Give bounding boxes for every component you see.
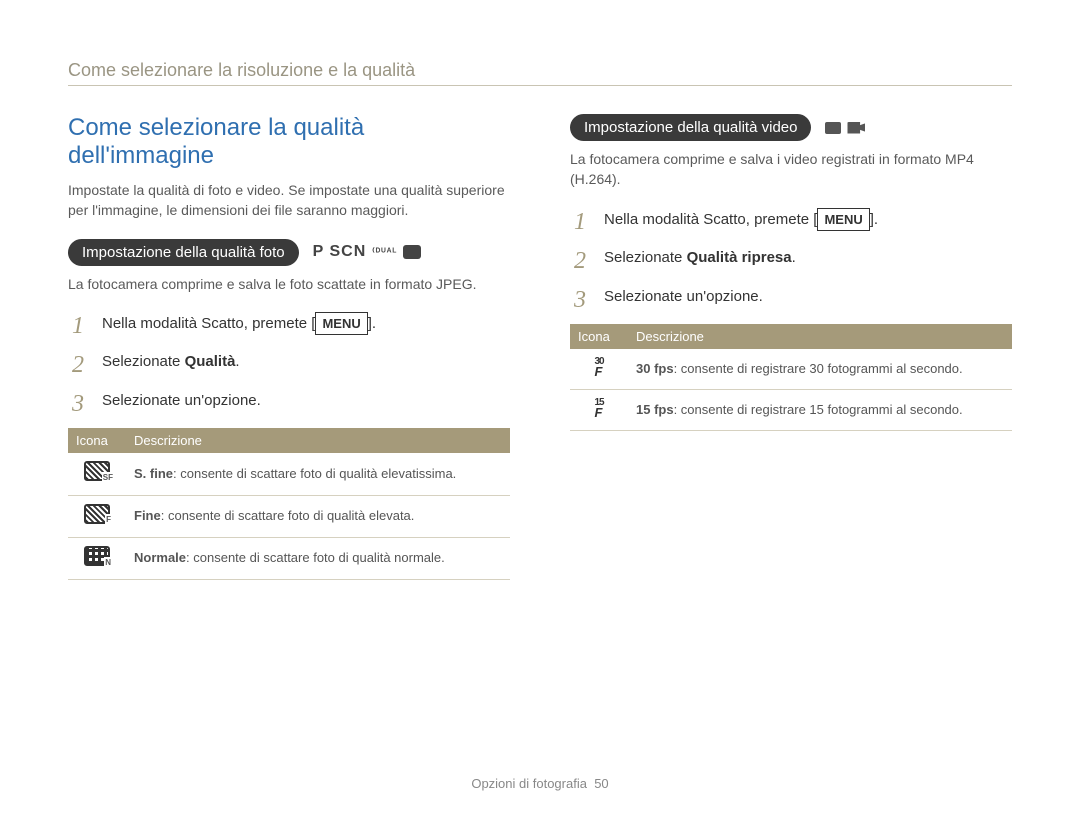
video-quality-pill: Impostazione della qualità video xyxy=(570,114,811,141)
photo-quality-pill: Impostazione della qualità foto xyxy=(68,239,299,266)
footer-page: 50 xyxy=(594,776,608,791)
step-text: ]. xyxy=(870,211,878,228)
video-options-table: Icona Descrizione 30F 30 fps: consente d… xyxy=(570,324,1012,431)
fps15-icon: 15F xyxy=(594,398,603,419)
camera-icon xyxy=(825,122,841,134)
step-bold: Qualità xyxy=(185,353,236,370)
photo-options-table: Icona Descrizione S. fine: consente di s… xyxy=(68,428,510,580)
camera-icon xyxy=(403,245,421,259)
photo-step-2: Selezionate Qualità. xyxy=(68,351,510,374)
video-quality-header: Impostazione della qualità video xyxy=(570,114,1012,141)
desc-cell: S. fine: consente di scattare foto di qu… xyxy=(126,453,510,495)
video-step-2: Selezionate Qualità ripresa. xyxy=(570,247,1012,270)
mode-label: P SCN xyxy=(313,243,367,261)
table-row: 15F 15 fps: consente di registrare 15 fo… xyxy=(570,390,1012,431)
table-row: Fine: consente di scattare foto di quali… xyxy=(68,495,510,537)
desc-cell: Normale: consente di scattare foto di qu… xyxy=(126,537,510,579)
fps30-icon: 30F xyxy=(594,357,603,378)
footer-label: Opzioni di fotografia xyxy=(471,776,587,791)
step-text: . xyxy=(792,249,796,266)
superfine-icon xyxy=(84,461,110,481)
row-text: : consente di registrare 30 fotogrammi a… xyxy=(674,361,963,376)
table-row: 30F 30 fps: consente di registrare 30 fo… xyxy=(570,349,1012,390)
th-desc: Descrizione xyxy=(126,428,510,453)
row-text: : consente di scattare foto di qualità e… xyxy=(173,466,456,481)
video-step-1: Nella modalità Scatto, premete [MENU]. xyxy=(570,208,1012,232)
video-steps: Nella modalità Scatto, premete [MENU]. S… xyxy=(570,208,1012,309)
th-icon: Icona xyxy=(570,324,628,349)
step-text: ]. xyxy=(368,315,376,332)
quality-icon-cell xyxy=(68,453,126,495)
menu-button-label: MENU xyxy=(315,312,367,336)
table-row: Normale: consente di scattare foto di qu… xyxy=(68,537,510,579)
row-bold: 15 fps xyxy=(636,402,674,417)
th-desc: Descrizione xyxy=(628,324,1012,349)
video-step-3: Selezionate un'opzione. xyxy=(570,286,1012,309)
left-column: Come selezionare la qualità dell'immagin… xyxy=(68,114,510,580)
content-columns: Come selezionare la qualità dell'immagin… xyxy=(68,114,1012,580)
photo-modes: P SCN ⁽ᴰᵁᴬᴸ xyxy=(313,243,422,261)
step-text: Nella modalità Scatto, premete [ xyxy=(102,315,315,332)
page: Come selezionare la risoluzione e la qua… xyxy=(0,0,1080,815)
dual-icon: ⁽ᴰᵁᴬᴸ xyxy=(372,247,397,258)
step-text: . xyxy=(235,353,239,370)
fps-icon-cell: 30F xyxy=(570,349,628,390)
desc-cell: 30 fps: consente di registrare 30 fotogr… xyxy=(628,349,1012,390)
row-bold: Normale xyxy=(134,550,186,565)
row-bold: S. fine xyxy=(134,466,173,481)
row-text: : consente di scattare foto di qualità n… xyxy=(186,550,445,565)
step-text: Nella modalità Scatto, premete [ xyxy=(604,211,817,228)
photo-steps: Nella modalità Scatto, premete [MENU]. S… xyxy=(68,312,510,413)
fps-icon-cell: 15F xyxy=(570,390,628,431)
video-desc: La fotocamera comprime e salva i video r… xyxy=(570,149,1012,190)
row-text: : consente di scattare foto di qualità e… xyxy=(161,508,415,523)
photo-step-1: Nella modalità Scatto, premete [MENU]. xyxy=(68,312,510,336)
page-footer: Opzioni di fotografia 50 xyxy=(0,776,1080,791)
intro-text: Impostate la qualità di foto e video. Se… xyxy=(68,180,510,221)
video-icon xyxy=(847,122,865,134)
desc-cell: 15 fps: consente di registrare 15 fotogr… xyxy=(628,390,1012,431)
fps-f: F xyxy=(594,366,603,378)
step-bold: Qualità ripresa xyxy=(687,249,792,266)
page-title: Come selezionare la qualità dell'immagin… xyxy=(68,114,510,170)
fine-icon xyxy=(84,504,110,524)
photo-quality-header: Impostazione della qualità foto P SCN ⁽ᴰ… xyxy=(68,239,510,266)
step-text: Selezionate xyxy=(604,249,687,266)
menu-button-label: MENU xyxy=(817,208,869,232)
step-text: Selezionate xyxy=(102,353,185,370)
desc-cell: Fine: consente di scattare foto di quali… xyxy=(126,495,510,537)
photo-step-3: Selezionate un'opzione. xyxy=(68,390,510,413)
breadcrumb: Come selezionare la risoluzione e la qua… xyxy=(68,60,1012,86)
table-row: S. fine: consente di scattare foto di qu… xyxy=(68,453,510,495)
th-icon: Icona xyxy=(68,428,126,453)
fps-f: F xyxy=(594,407,603,419)
row-text: : consente di registrare 15 fotogrammi a… xyxy=(674,402,963,417)
right-column: Impostazione della qualità video La foto… xyxy=(570,114,1012,580)
video-modes xyxy=(825,122,865,134)
row-bold: 30 fps xyxy=(636,361,674,376)
photo-desc: La fotocamera comprime e salva le foto s… xyxy=(68,274,510,294)
quality-icon-cell xyxy=(68,495,126,537)
quality-icon-cell xyxy=(68,537,126,579)
normal-icon xyxy=(84,546,110,566)
row-bold: Fine xyxy=(134,508,161,523)
